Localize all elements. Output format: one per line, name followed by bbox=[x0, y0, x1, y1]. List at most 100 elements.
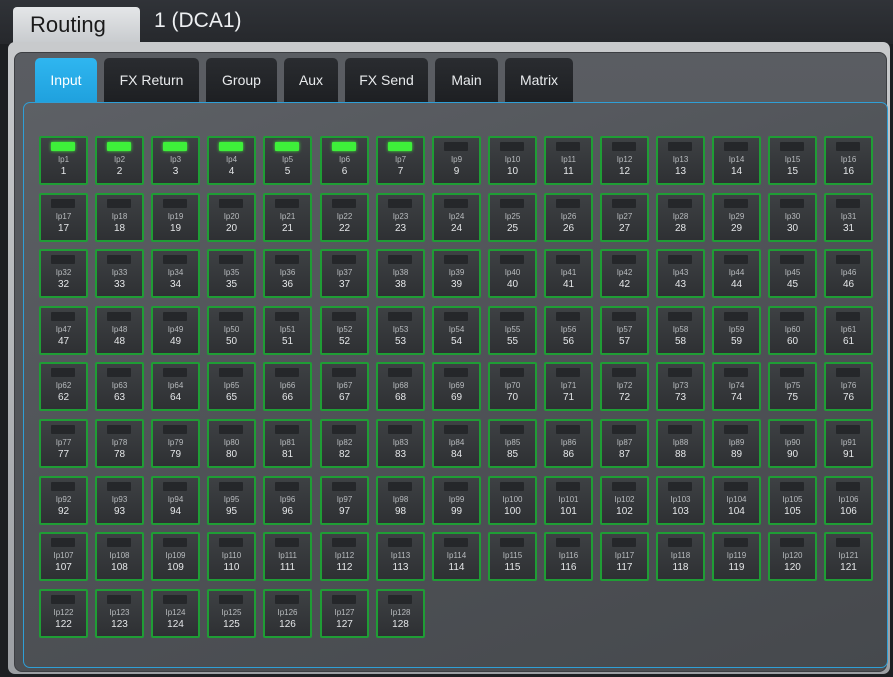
input-button[interactable]: Ip28 28 bbox=[656, 193, 705, 242]
tab-group[interactable]: Group bbox=[206, 58, 277, 104]
input-button[interactable]: Ip110 110 bbox=[207, 532, 256, 581]
input-button[interactable]: Ip1 1 bbox=[39, 136, 88, 185]
input-button[interactable]: Ip75 75 bbox=[768, 362, 817, 411]
input-button[interactable]: Ip109 109 bbox=[151, 532, 200, 581]
input-button[interactable]: Ip9 9 bbox=[432, 136, 481, 185]
input-button[interactable]: Ip57 57 bbox=[600, 306, 649, 355]
tab-input[interactable]: Input bbox=[35, 58, 97, 106]
input-button[interactable]: Ip84 84 bbox=[432, 419, 481, 468]
input-button[interactable]: Ip20 20 bbox=[207, 193, 256, 242]
input-button[interactable]: Ip64 64 bbox=[151, 362, 200, 411]
input-button[interactable]: Ip41 41 bbox=[544, 249, 593, 298]
input-button[interactable]: Ip102 102 bbox=[600, 476, 649, 525]
input-button[interactable]: Ip29 29 bbox=[712, 193, 761, 242]
input-button[interactable]: Ip18 18 bbox=[95, 193, 144, 242]
input-button[interactable]: Ip67 67 bbox=[320, 362, 369, 411]
input-button[interactable]: Ip44 44 bbox=[712, 249, 761, 298]
input-button[interactable]: Ip2 2 bbox=[95, 136, 144, 185]
input-button[interactable]: Ip46 46 bbox=[824, 249, 873, 298]
input-button[interactable]: Ip22 22 bbox=[320, 193, 369, 242]
input-button[interactable]: Ip50 50 bbox=[207, 306, 256, 355]
input-button[interactable]: Ip43 43 bbox=[656, 249, 705, 298]
input-button[interactable]: Ip89 89 bbox=[712, 419, 761, 468]
input-button[interactable]: Ip91 91 bbox=[824, 419, 873, 468]
input-button[interactable]: Ip5 5 bbox=[263, 136, 312, 185]
input-button[interactable]: Ip85 85 bbox=[488, 419, 537, 468]
input-button[interactable]: Ip56 56 bbox=[544, 306, 593, 355]
input-button[interactable]: Ip72 72 bbox=[600, 362, 649, 411]
input-button[interactable]: Ip73 73 bbox=[656, 362, 705, 411]
input-button[interactable]: Ip78 78 bbox=[95, 419, 144, 468]
input-button[interactable]: Ip35 35 bbox=[207, 249, 256, 298]
input-button[interactable]: Ip39 39 bbox=[432, 249, 481, 298]
input-button[interactable]: Ip36 36 bbox=[263, 249, 312, 298]
input-button[interactable]: Ip103 103 bbox=[656, 476, 705, 525]
input-button[interactable]: Ip51 51 bbox=[263, 306, 312, 355]
input-button[interactable]: Ip68 68 bbox=[376, 362, 425, 411]
input-button[interactable]: Ip62 62 bbox=[39, 362, 88, 411]
input-button[interactable]: Ip124 124 bbox=[151, 589, 200, 638]
input-button[interactable]: Ip60 60 bbox=[768, 306, 817, 355]
input-button[interactable]: Ip127 127 bbox=[320, 589, 369, 638]
input-button[interactable]: Ip128 128 bbox=[376, 589, 425, 638]
input-button[interactable]: Ip23 23 bbox=[376, 193, 425, 242]
input-button[interactable]: Ip15 15 bbox=[768, 136, 817, 185]
input-button[interactable]: Ip114 114 bbox=[432, 532, 481, 581]
input-button[interactable]: Ip53 53 bbox=[376, 306, 425, 355]
input-button[interactable]: Ip104 104 bbox=[712, 476, 761, 525]
input-button[interactable]: Ip26 26 bbox=[544, 193, 593, 242]
input-button[interactable]: Ip113 113 bbox=[376, 532, 425, 581]
input-button[interactable]: Ip54 54 bbox=[432, 306, 481, 355]
input-button[interactable]: Ip58 58 bbox=[656, 306, 705, 355]
input-button[interactable]: Ip69 69 bbox=[432, 362, 481, 411]
input-button[interactable]: Ip76 76 bbox=[824, 362, 873, 411]
input-button[interactable]: Ip11 11 bbox=[544, 136, 593, 185]
input-button[interactable]: Ip33 33 bbox=[95, 249, 144, 298]
input-button[interactable]: Ip32 32 bbox=[39, 249, 88, 298]
input-button[interactable]: Ip71 71 bbox=[544, 362, 593, 411]
input-button[interactable]: Ip14 14 bbox=[712, 136, 761, 185]
input-button[interactable]: Ip63 63 bbox=[95, 362, 144, 411]
tab-fx-send[interactable]: FX Send bbox=[345, 58, 428, 104]
input-button[interactable]: Ip42 42 bbox=[600, 249, 649, 298]
input-button[interactable]: Ip97 97 bbox=[320, 476, 369, 525]
tab-fx-return[interactable]: FX Return bbox=[104, 58, 199, 104]
input-button[interactable]: Ip107 107 bbox=[39, 532, 88, 581]
input-button[interactable]: Ip47 47 bbox=[39, 306, 88, 355]
input-button[interactable]: Ip126 126 bbox=[263, 589, 312, 638]
input-button[interactable]: Ip99 99 bbox=[432, 476, 481, 525]
input-button[interactable]: Ip108 108 bbox=[95, 532, 144, 581]
input-button[interactable]: Ip52 52 bbox=[320, 306, 369, 355]
input-button[interactable]: Ip27 27 bbox=[600, 193, 649, 242]
input-button[interactable]: Ip79 79 bbox=[151, 419, 200, 468]
input-button[interactable]: Ip121 121 bbox=[824, 532, 873, 581]
input-button[interactable]: Ip111 111 bbox=[263, 532, 312, 581]
input-button[interactable]: Ip25 25 bbox=[488, 193, 537, 242]
input-button[interactable]: Ip122 122 bbox=[39, 589, 88, 638]
input-button[interactable]: Ip49 49 bbox=[151, 306, 200, 355]
input-button[interactable]: Ip31 31 bbox=[824, 193, 873, 242]
input-button[interactable]: Ip115 115 bbox=[488, 532, 537, 581]
input-button[interactable]: Ip119 119 bbox=[712, 532, 761, 581]
input-button[interactable]: Ip118 118 bbox=[656, 532, 705, 581]
input-button[interactable]: Ip96 96 bbox=[263, 476, 312, 525]
tab-aux[interactable]: Aux bbox=[284, 58, 338, 104]
input-button[interactable]: Ip38 38 bbox=[376, 249, 425, 298]
input-button[interactable]: Ip81 81 bbox=[263, 419, 312, 468]
input-button[interactable]: Ip12 12 bbox=[600, 136, 649, 185]
input-button[interactable]: Ip92 92 bbox=[39, 476, 88, 525]
input-button[interactable]: Ip34 34 bbox=[151, 249, 200, 298]
tab-matrix[interactable]: Matrix bbox=[505, 58, 573, 104]
input-button[interactable]: Ip105 105 bbox=[768, 476, 817, 525]
input-button[interactable]: Ip7 7 bbox=[376, 136, 425, 185]
input-button[interactable]: Ip86 86 bbox=[544, 419, 593, 468]
input-button[interactable]: Ip59 59 bbox=[712, 306, 761, 355]
input-button[interactable]: Ip101 101 bbox=[544, 476, 593, 525]
input-button[interactable]: Ip82 82 bbox=[320, 419, 369, 468]
input-button[interactable]: Ip30 30 bbox=[768, 193, 817, 242]
input-button[interactable]: Ip65 65 bbox=[207, 362, 256, 411]
input-button[interactable]: Ip123 123 bbox=[95, 589, 144, 638]
input-button[interactable]: Ip13 13 bbox=[656, 136, 705, 185]
input-button[interactable]: Ip90 90 bbox=[768, 419, 817, 468]
input-button[interactable]: Ip19 19 bbox=[151, 193, 200, 242]
